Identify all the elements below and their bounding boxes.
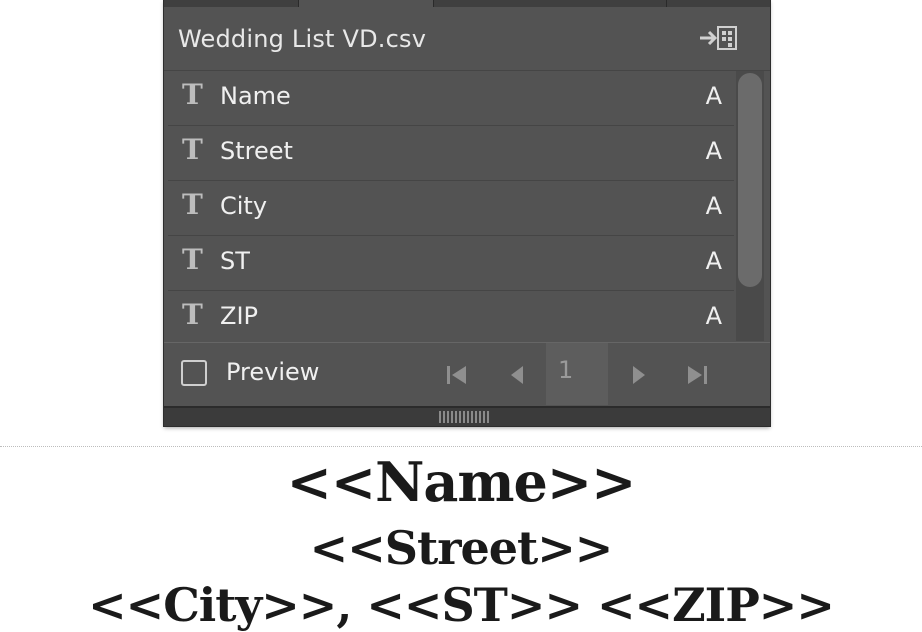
field-flag: A (705, 82, 722, 110)
preview-label: Preview (226, 358, 320, 386)
first-record-button[interactable] (444, 361, 472, 389)
next-record-icon (633, 366, 645, 384)
field-name: ZIP (220, 302, 258, 330)
field-list-scrollbar[interactable] (736, 71, 764, 341)
panel-tab-active[interactable] (432, 0, 667, 7)
field-flag: A (705, 137, 722, 165)
import-data-source-icon (700, 26, 737, 50)
panel-tab[interactable] (164, 0, 299, 7)
scrollbar-thumb[interactable] (738, 73, 762, 287)
preview-checkbox[interactable] (181, 360, 207, 386)
field-row-zip[interactable]: T ZIP A (168, 291, 734, 341)
panel-footer: Preview 1 (164, 342, 770, 407)
merge-field-street[interactable]: <<Street>> (0, 521, 922, 575)
panel-resize-bar (164, 406, 770, 426)
text-field-icon: T (182, 133, 203, 166)
field-name: Name (220, 82, 291, 110)
next-record-button[interactable] (624, 361, 652, 389)
field-row-city[interactable]: T City A (168, 181, 734, 236)
text-field-icon: T (182, 298, 203, 331)
merge-field-city-st-zip[interactable]: <<City>>, <<ST>> <<ZIP>> (0, 578, 922, 632)
text-field-icon: T (182, 188, 203, 221)
field-list: T Name A T Street A T City A T ST A T ZI… (168, 71, 734, 341)
last-record-icon (688, 366, 707, 384)
import-data-source-button[interactable] (698, 23, 740, 55)
previous-record-button[interactable] (504, 361, 532, 389)
field-name: City (220, 192, 268, 220)
resize-grip[interactable] (439, 411, 489, 423)
panel-header: Wedding List VD.csv (164, 7, 770, 71)
field-flag: A (705, 192, 722, 220)
data-merge-panel: Wedding List VD.csv T Name A T Street A (164, 0, 770, 426)
field-flag: A (705, 247, 722, 275)
panel-tab-strip (164, 0, 770, 7)
text-field-icon: T (182, 78, 203, 111)
field-name: ST (220, 247, 250, 275)
record-number-field[interactable]: 1 (546, 343, 608, 405)
data-source-name: Wedding List VD.csv (178, 25, 427, 53)
merge-field-name[interactable]: <<Name>> (0, 450, 922, 514)
field-row-name[interactable]: T Name A (168, 71, 734, 126)
text-field-icon: T (182, 243, 203, 276)
first-record-icon (447, 366, 466, 384)
previous-record-icon (511, 366, 523, 384)
field-name: Street (220, 137, 293, 165)
record-number: 1 (558, 356, 574, 384)
field-row-st[interactable]: T ST A (168, 236, 734, 291)
field-row-street[interactable]: T Street A (168, 126, 734, 181)
field-flag: A (705, 302, 722, 330)
panel-tab[interactable] (298, 0, 434, 7)
last-record-button[interactable] (684, 361, 712, 389)
page-edge-guide (0, 446, 922, 447)
